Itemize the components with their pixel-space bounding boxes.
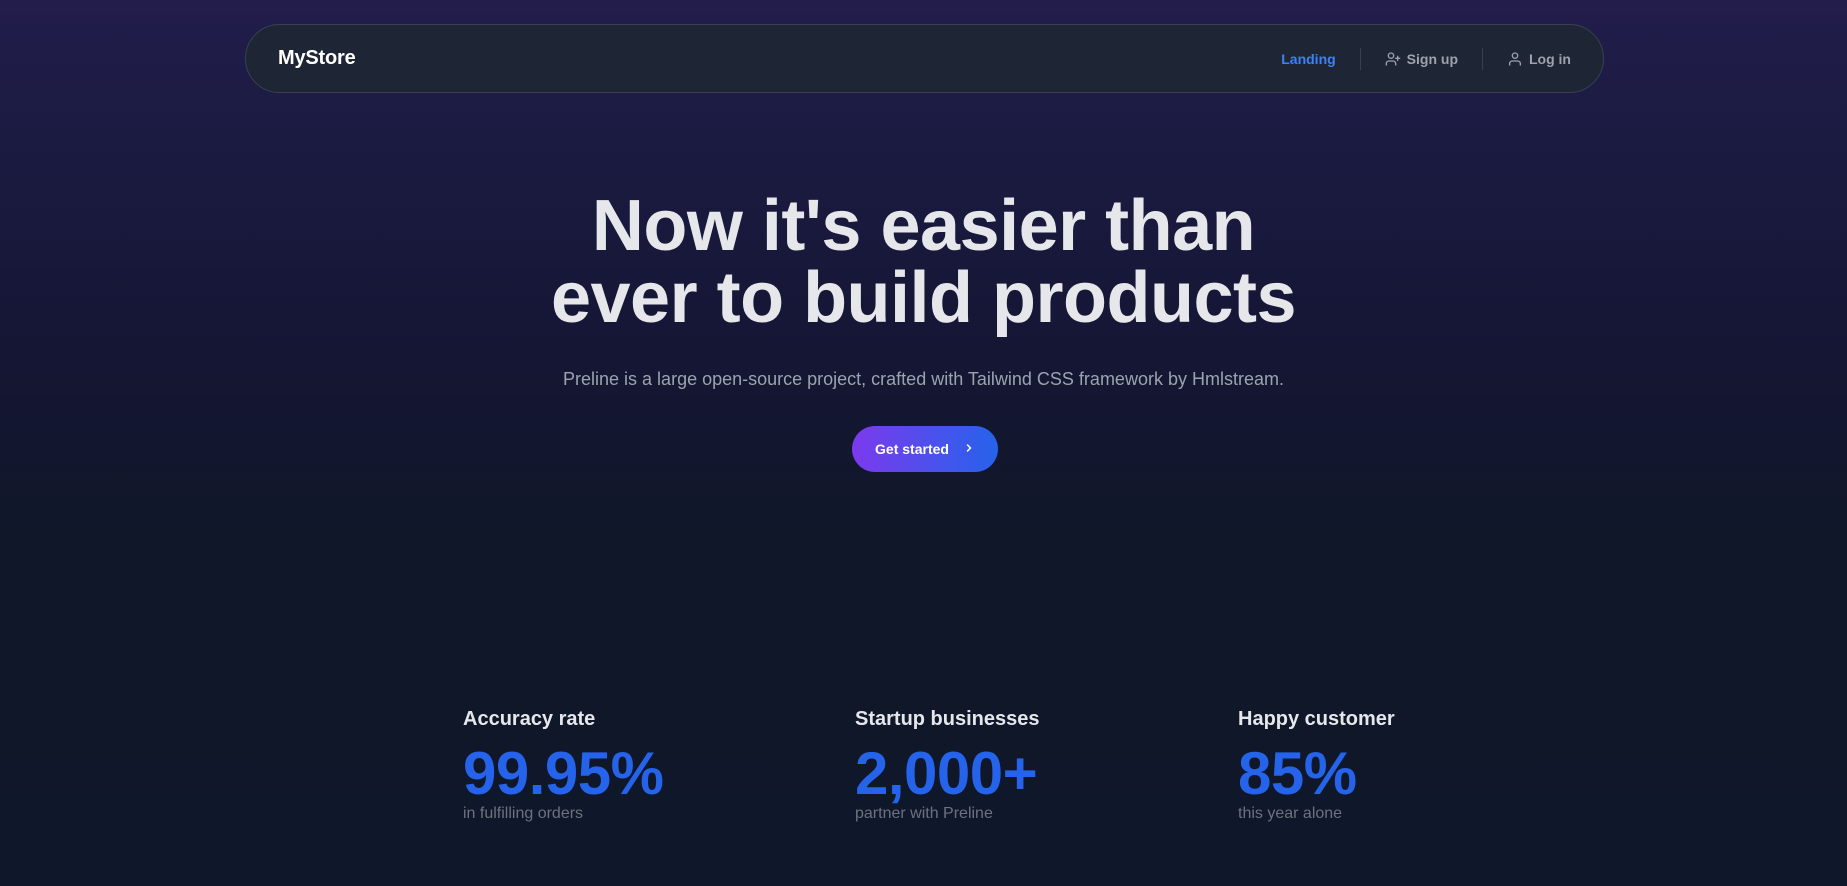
user-icon xyxy=(1507,51,1523,67)
hero-title-line-1: Now it's easier than xyxy=(591,186,1256,266)
stat-value: 99.95% xyxy=(463,740,664,807)
stat-description: in fulfilling orders xyxy=(463,805,584,822)
stat-label: Accuracy rate xyxy=(463,708,596,730)
stat-label: Happy customer xyxy=(1238,708,1395,730)
nav-links: Landing Sign up Log in xyxy=(1281,25,1571,92)
get-started-label: Get started xyxy=(875,441,949,457)
user-plus-icon xyxy=(1385,51,1401,67)
nav-link-landing-label: Landing xyxy=(1281,50,1336,67)
stat-label: Startup businesses xyxy=(855,708,1040,730)
nav-link-sign-up[interactable]: Sign up xyxy=(1385,51,1458,67)
stat-happy-customer: Happy customer 85% this year alone xyxy=(1238,706,1395,824)
nav-divider xyxy=(1482,47,1483,70)
stat-value: 2,000+ xyxy=(855,740,1038,807)
stat-accuracy-rate: Accuracy rate 99.95% in fulfilling order… xyxy=(463,706,664,824)
get-started-button[interactable]: Get started xyxy=(852,426,998,472)
nav-link-landing[interactable]: Landing xyxy=(1281,51,1335,67)
nav-link-log-in-label: Log in xyxy=(1529,50,1571,67)
hero-subtitle: Preline is a large open-source project, … xyxy=(563,369,1284,389)
hero-title-line-2: ever to build products xyxy=(550,258,1297,338)
stat-value: 85% xyxy=(1238,740,1357,807)
nav-link-log-in[interactable]: Log in xyxy=(1507,51,1571,67)
chevron-right-icon xyxy=(963,441,975,457)
nav-divider xyxy=(1359,47,1361,70)
hero-title: Now it's easier than ever to build produ… xyxy=(0,190,1847,334)
navbar: MyStore Landing Sign up Log in xyxy=(245,24,1604,93)
stat-description: this year alone xyxy=(1238,805,1343,822)
brand-logo[interactable]: MyStore xyxy=(278,47,356,70)
stat-startup-businesses: Startup businesses 2,000+ partner with P… xyxy=(855,706,1040,824)
stat-description: partner with Preline xyxy=(855,805,993,822)
nav-link-sign-up-label: Sign up xyxy=(1406,50,1458,67)
